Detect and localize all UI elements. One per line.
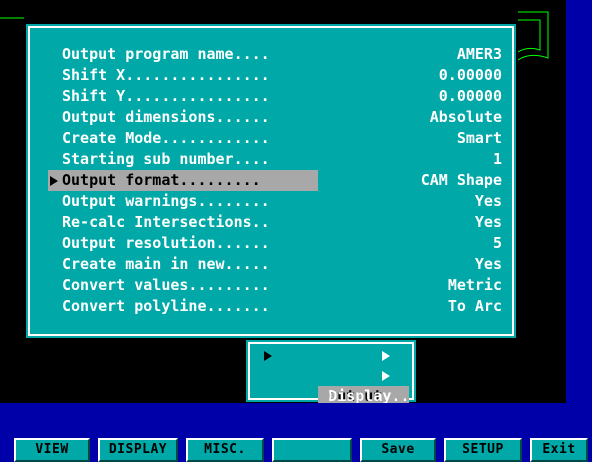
create-main-in-new-row[interactable]: Create main in new..... Yes (48, 254, 502, 275)
output-dimensions-row[interactable]: Output dimensions...... Absolute (48, 107, 502, 128)
convert-polyline-row[interactable]: Convert polyline....... To Arc (48, 296, 502, 317)
output-program-name-row[interactable]: Output program name.... AMER3 (48, 44, 502, 65)
setting-value: Smart (456, 129, 502, 147)
setting-value: Metric (447, 276, 502, 294)
function-key-bar: VIEW DISPLAY MISC. Save SETUP Exit (0, 403, 592, 462)
misc-button[interactable]: MISC. (186, 438, 264, 462)
empty-function-button[interactable] (272, 438, 352, 462)
selection-pointer-icon (50, 176, 58, 186)
display-button[interactable]: DISPLAY (98, 438, 178, 462)
save-button[interactable]: Save (360, 438, 436, 462)
setting-value: 1 (492, 150, 502, 168)
output-format-row[interactable]: Output format......... CAM Shape (48, 170, 502, 191)
setting-label: Output format......... (48, 170, 318, 191)
recalc-intersections-row[interactable]: Re-calc Intersections.. Yes (48, 212, 502, 233)
exit-button[interactable]: Exit (530, 438, 588, 462)
setting-label: Output warnings........ (62, 192, 270, 210)
setting-value: 5 (492, 234, 502, 252)
setting-label: Create Mode............ (62, 129, 270, 147)
setup-button[interactable]: SETUP (444, 438, 522, 462)
shift-x-row[interactable]: Shift X................ 0.00000 (48, 65, 502, 86)
submenu-item-output[interactable]: Output... (264, 346, 410, 406)
setting-label: Re-calc Intersections.. (62, 213, 270, 231)
setting-label: Convert values......... (62, 276, 270, 294)
chevron-right-icon (382, 351, 390, 361)
setting-value: Yes (474, 213, 502, 231)
view-button[interactable]: VIEW (14, 438, 90, 462)
setting-value: To Arc (447, 297, 502, 315)
setting-label: Output dimensions...... (62, 108, 270, 126)
setting-label: Output resolution...... (62, 234, 270, 252)
output-resolution-row[interactable]: Output resolution...... 5 (48, 233, 502, 254)
output-settings-dialog: Output program name.... AMER3 Shift X...… (24, 22, 518, 340)
setting-value: Yes (474, 255, 502, 273)
setting-value: AMER3 (456, 45, 502, 63)
setting-label: Create main in new..... (62, 255, 270, 273)
starting-sub-number-row[interactable]: Starting sub number.... 1 (48, 149, 502, 170)
scroll-strip (566, 0, 592, 403)
setting-value: 0.00000 (438, 66, 502, 84)
chevron-right-icon (382, 371, 390, 381)
setting-label: Convert polyline....... (62, 297, 270, 315)
setting-label: Shift Y................ (62, 87, 270, 105)
setting-label: Shift X................ (62, 66, 270, 84)
convert-values-row[interactable]: Convert values......... Metric (48, 275, 502, 296)
selection-pointer-icon (264, 351, 272, 361)
setting-label: Starting sub number.... (62, 150, 270, 168)
setting-value: Absolute (429, 108, 502, 126)
setting-value: Yes (474, 192, 502, 210)
setup-submenu: Output... Display.. (244, 338, 418, 406)
setting-value: 0.00000 (438, 87, 502, 105)
create-mode-row[interactable]: Create Mode............ Smart (48, 128, 502, 149)
shift-y-row[interactable]: Shift Y................ 0.00000 (48, 86, 502, 107)
setting-label: Output program name.... (62, 45, 270, 63)
submenu-item-display[interactable]: Display.. (264, 366, 409, 405)
setting-value: CAM Shape (420, 171, 502, 189)
output-warnings-row[interactable]: Output warnings........ Yes (48, 191, 502, 212)
cam-application-screen: Output program name.... AMER3 Shift X...… (0, 0, 592, 462)
